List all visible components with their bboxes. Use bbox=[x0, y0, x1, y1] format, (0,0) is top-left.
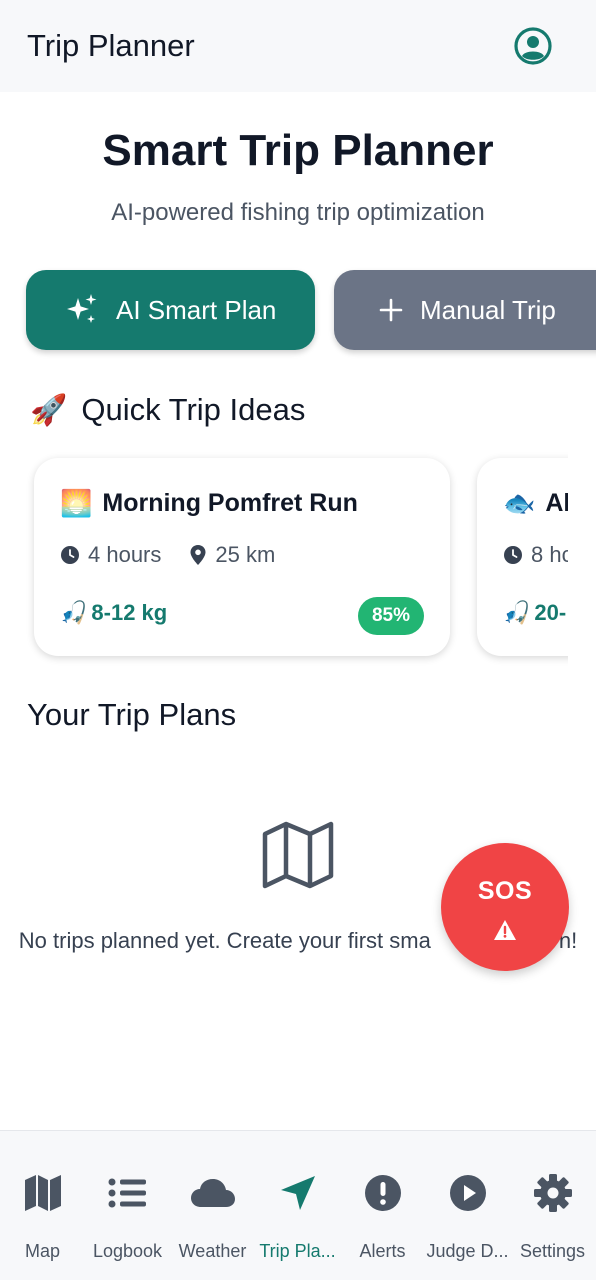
duration-value: 4 hours bbox=[88, 542, 162, 567]
nav-item-alerts[interactable]: Alerts bbox=[340, 1131, 425, 1280]
clock-icon bbox=[504, 546, 522, 564]
fishing-pole-icon: 🎣 bbox=[60, 600, 88, 625]
navigation-arrow-icon bbox=[255, 1173, 340, 1213]
manual-trip-button[interactable]: Manual Trip bbox=[334, 270, 596, 350]
duration: 8 hc bbox=[503, 542, 568, 568]
nav-item-map[interactable]: Map bbox=[0, 1131, 85, 1280]
manual-trip-label: Manual Trip bbox=[420, 294, 556, 325]
trip-idea-card[interactable]: 🐟 Al 8 hc 🎣 20- bbox=[477, 458, 568, 656]
nav-item-weather[interactable]: Weather bbox=[170, 1131, 255, 1280]
nav-item-settings[interactable]: Settings bbox=[510, 1131, 595, 1280]
distance-value: 25 km bbox=[215, 542, 276, 567]
fishing-pole-icon: 🎣 bbox=[503, 600, 531, 625]
clock-icon bbox=[61, 546, 79, 564]
quick-trip-ideas-heading: 🚀 Quick Trip Ideas bbox=[30, 392, 305, 428]
play-circle-icon bbox=[425, 1173, 510, 1213]
ai-smart-plan-label: AI Smart Plan bbox=[116, 294, 277, 325]
gear-icon bbox=[510, 1173, 595, 1213]
expected-catch: 🎣 8-12 kg bbox=[60, 600, 167, 626]
quick-trip-ideas-title: Quick Trip Ideas bbox=[81, 392, 306, 427]
map-icon bbox=[262, 820, 334, 890]
trip-idea-name: Morning Pomfret Run bbox=[102, 489, 358, 517]
expected-catch: 🎣 20- bbox=[503, 600, 566, 626]
sos-button[interactable]: SOS bbox=[441, 843, 569, 971]
location-pin-icon bbox=[190, 545, 206, 565]
nav-item-logbook[interactable]: Logbook bbox=[85, 1131, 170, 1280]
warning-icon bbox=[493, 919, 517, 946]
app-bar: Trip Planner bbox=[0, 0, 596, 92]
nav-item-trip-planner[interactable]: Trip Pla... bbox=[255, 1131, 340, 1280]
duration-value: 8 hc bbox=[531, 542, 568, 567]
sunrise-icon: 🌅 bbox=[60, 488, 93, 518]
page-title: Smart Trip Planner bbox=[102, 126, 494, 175]
page-subtitle: AI-powered fishing trip optimization bbox=[111, 199, 485, 226]
your-trip-plans-title: Your Trip Plans bbox=[27, 697, 237, 732]
cloud-icon bbox=[170, 1173, 255, 1213]
sos-label: SOS bbox=[477, 877, 533, 905]
rocket-icon: 🚀 bbox=[30, 393, 68, 427]
account-circle-icon[interactable] bbox=[513, 26, 553, 66]
list-icon bbox=[85, 1173, 170, 1213]
catch-value: 20- bbox=[534, 600, 567, 625]
plus-icon bbox=[378, 297, 404, 323]
success-score-badge: 85% bbox=[357, 597, 424, 635]
map-icon bbox=[0, 1173, 85, 1213]
alert-circle-icon bbox=[340, 1173, 425, 1213]
trip-idea-card[interactable]: 🌅 Morning Pomfret Run 4 hours 25 km 🎣 8-… bbox=[34, 458, 450, 656]
bottom-navigation: Map Logbook Weather Trip Pla... Alerts J… bbox=[0, 1130, 596, 1280]
sparkles-icon bbox=[64, 292, 100, 328]
catch-value: 8-12 kg bbox=[91, 600, 168, 625]
ai-smart-plan-button[interactable]: AI Smart Plan bbox=[26, 270, 315, 350]
distance: 25 km bbox=[189, 542, 275, 568]
trip-idea-name: Al bbox=[545, 489, 568, 517]
app-bar-title: Trip Planner bbox=[27, 28, 195, 63]
fish-icon: 🐟 bbox=[503, 488, 536, 518]
duration: 4 hours bbox=[60, 542, 161, 568]
quick-ideas-carousel[interactable]: 🌅 Morning Pomfret Run 4 hours 25 km 🎣 8-… bbox=[0, 450, 568, 670]
nav-item-judge[interactable]: Judge D... bbox=[425, 1131, 510, 1280]
